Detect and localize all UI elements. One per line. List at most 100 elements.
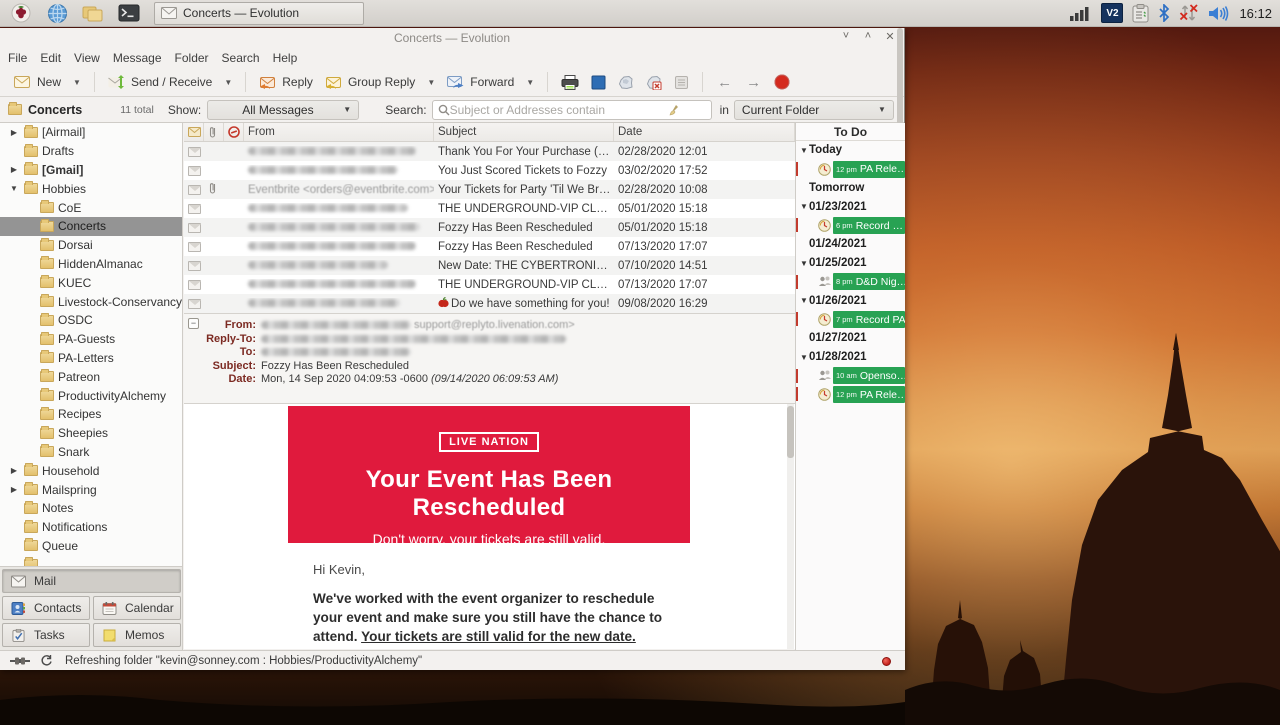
todo-group-01-25-2021[interactable]: ▼01/25/2021 xyxy=(796,254,905,273)
todo-group-01-28-2021[interactable]: ▼01/28/2021 xyxy=(796,348,905,367)
search-input[interactable] xyxy=(450,103,668,117)
next-button[interactable]: → xyxy=(739,74,768,91)
browser-globe-icon[interactable] xyxy=(42,2,72,25)
message-row[interactable]: New Date: THE CYBERTRONIC SP…07/10/2020 … xyxy=(184,256,795,275)
switcher-calendar-button[interactable]: Calendar xyxy=(93,596,181,620)
menu-view[interactable]: View xyxy=(74,49,109,67)
taskbar-window-button[interactable]: Concerts — Evolution xyxy=(154,2,364,25)
expander-closed-icon[interactable]: ▶ xyxy=(9,466,19,475)
todo-task-badge[interactable]: 7 pmRecord PA xyxy=(833,311,905,328)
sidebar-folder-coe[interactable]: CoE xyxy=(0,198,182,217)
todo-group-today[interactable]: ▼Today xyxy=(796,141,905,160)
reply-button[interactable]: Reply xyxy=(253,72,319,92)
expander-open-icon[interactable]: ▼ xyxy=(800,146,809,155)
switcher-tasks-button[interactable]: Tasks xyxy=(2,623,90,647)
menu-message[interactable]: Message xyxy=(113,49,171,67)
group-reply-button[interactable]: Group Reply xyxy=(319,72,421,92)
todo-group-01-27-2021[interactable]: 01/27/2021 xyxy=(796,329,905,348)
menu-help[interactable]: Help xyxy=(273,49,307,67)
forward-dropdown-caret[interactable]: ▼ xyxy=(520,78,540,87)
todo-task-badge[interactable]: 12 pmPA Rele… xyxy=(833,386,905,403)
sidebar-folder-household[interactable]: ▶Household xyxy=(0,461,182,480)
message-row[interactable]: Do we have something for you!09/08/2020 … xyxy=(184,294,795,313)
todo-group-tomorrow[interactable]: Tomorrow xyxy=(796,179,905,198)
clear-search-broom-icon[interactable] xyxy=(668,104,680,116)
sidebar-folder-gmail[interactable]: ▶[Gmail] xyxy=(0,161,182,180)
not-junk-button[interactable] xyxy=(640,72,668,93)
sidebar-folder-notifications[interactable]: Notifications xyxy=(0,518,182,537)
attachment-column-header[interactable] xyxy=(204,123,224,141)
close-button[interactable]: ✕ xyxy=(884,30,896,43)
sidebar-folder-hiddenalmanac[interactable]: HiddenAlmanac xyxy=(0,255,182,274)
expander-closed-icon[interactable]: ▶ xyxy=(9,485,19,494)
group-reply-dropdown-caret[interactable]: ▼ xyxy=(421,78,441,87)
message-row[interactable]: THE UNDERGROUND-VIP CLUB A…07/13/2020 17… xyxy=(184,275,795,294)
message-row[interactable]: THE UNDERGROUND-VIP CLUB A…05/01/2020 15… xyxy=(184,199,795,218)
todo-group-01-24-2021[interactable]: 01/24/2021 xyxy=(796,235,905,254)
file-manager-icon[interactable] xyxy=(78,2,108,25)
todo-task-badge[interactable]: 12 pmPA Rele… xyxy=(833,161,905,178)
volume-icon[interactable] xyxy=(1208,5,1230,22)
junk-button[interactable] xyxy=(612,72,640,93)
search-scope-dropdown[interactable]: Current Folder ▼ xyxy=(734,100,894,120)
sidebar-folder-airmail[interactable]: ▶[Airmail] xyxy=(0,123,182,142)
sidebar-folder-mailspring[interactable]: ▶Mailspring xyxy=(0,480,182,499)
todo-task[interactable]: 8 pmD&D Nig… xyxy=(796,273,905,292)
sidebar-folder-drafts[interactable]: Drafts xyxy=(0,142,182,161)
raspberry-menu-icon[interactable] xyxy=(6,2,36,25)
sidebar-folder-patreon[interactable]: Patreon xyxy=(0,367,182,386)
todo-task[interactable]: 12 pmPA Rele… xyxy=(796,385,905,404)
sidebar-folder-queue[interactable]: Queue xyxy=(0,537,182,556)
cancel-button[interactable] xyxy=(768,71,796,93)
switcher-mail-button[interactable]: Mail xyxy=(2,569,181,593)
message-row[interactable]: Fozzy Has Been Rescheduled07/13/2020 17:… xyxy=(184,237,795,256)
from-column-header[interactable]: From xyxy=(244,123,434,141)
forward-button[interactable]: Forward xyxy=(441,72,520,92)
sidebar-folder-notes[interactable]: Notes xyxy=(0,499,182,518)
sidebar-folder-snark[interactable]: Snark xyxy=(0,443,182,462)
sidebar-folder-dorsai[interactable]: Dorsai xyxy=(0,236,182,255)
show-filter-dropdown[interactable]: All Messages ▼ xyxy=(207,100,359,120)
vnc-icon[interactable]: V2 xyxy=(1101,3,1123,23)
new-dropdown-caret[interactable]: ▼ xyxy=(67,78,87,87)
menu-search[interactable]: Search xyxy=(222,49,269,67)
minimize-button[interactable]: ˅ xyxy=(840,30,852,43)
terminal-icon[interactable] xyxy=(114,2,144,25)
subject-column-header[interactable]: Subject xyxy=(434,123,614,141)
new-button[interactable]: New xyxy=(8,72,67,92)
switcher-contacts-button[interactable]: Contacts xyxy=(2,596,90,620)
menu-folder[interactable]: Folder xyxy=(175,49,218,67)
todo-task[interactable]: 6 pmRecord … xyxy=(796,216,905,235)
todo-group-01-23-2021[interactable]: ▼01/23/2021 xyxy=(796,197,905,216)
sidebar-folder-hobbies[interactable]: ▼Hobbies xyxy=(0,179,182,198)
sidebar-folder-pa-guests[interactable]: PA-Guests xyxy=(0,330,182,349)
trash-button[interactable] xyxy=(585,72,612,93)
todo-task[interactable]: 7 pmRecord PA xyxy=(796,310,905,329)
sidebar-folder-livestock-conservancy[interactable]: Livestock-Conservancy xyxy=(0,292,182,311)
collapse-headers-button[interactable]: − xyxy=(188,318,199,329)
sidebar-folder-osdc[interactable]: OSDC xyxy=(0,311,182,330)
sidebar-folder-sheepies[interactable]: Sheepies xyxy=(0,424,182,443)
sidebar-folder-partial[interactable] xyxy=(0,555,182,566)
expander-open-icon[interactable]: ▼ xyxy=(800,296,809,305)
send-receive-button[interactable]: Send / Receive xyxy=(102,72,218,92)
message-row[interactable]: Fozzy Has Been Rescheduled05/01/2020 15:… xyxy=(184,218,795,237)
todo-group-01-26-2021[interactable]: ▼01/26/2021 xyxy=(796,291,905,310)
expander-open-icon[interactable]: ▼ xyxy=(9,184,19,193)
menu-edit[interactable]: Edit xyxy=(40,49,70,67)
expander-closed-icon[interactable]: ▶ xyxy=(9,128,19,137)
important-column-header[interactable] xyxy=(224,123,244,141)
date-column-header[interactable]: Date xyxy=(614,123,795,141)
todo-task-badge[interactable]: 10 amOpenso… xyxy=(833,367,905,384)
signal-strength-icon[interactable] xyxy=(1070,5,1092,21)
online-status-icon[interactable] xyxy=(10,656,30,666)
expander-open-icon[interactable]: ▼ xyxy=(800,202,809,211)
print-button[interactable] xyxy=(555,72,585,93)
menu-file[interactable]: File xyxy=(8,49,36,67)
message-row[interactable]: Thank You For Your Purchase (do …02/28/2… xyxy=(184,142,795,161)
preview-scrollbar[interactable] xyxy=(787,404,794,649)
todo-task-badge[interactable]: 8 pmD&D Nig… xyxy=(833,273,905,290)
message-row[interactable]: You Just Scored Tickets to Fozzy03/02/20… xyxy=(184,161,795,180)
switcher-memos-button[interactable]: Memos xyxy=(93,623,181,647)
sidebar-folder-concerts[interactable]: Concerts xyxy=(0,217,182,236)
